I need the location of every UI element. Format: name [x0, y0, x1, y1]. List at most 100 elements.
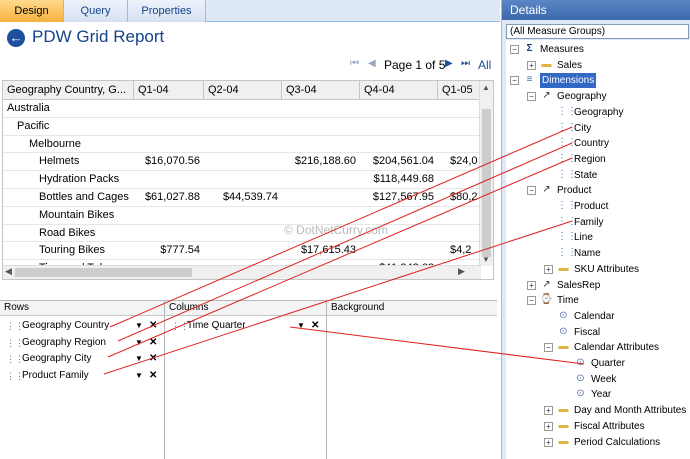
expand-icon[interactable]: +	[544, 406, 553, 416]
dropdown-arrow-icon[interactable]: ▼	[135, 351, 143, 366]
expand-icon[interactable]: +	[544, 421, 553, 431]
row-header-cell[interactable]: Pacific	[17, 118, 49, 135]
tree-node-label: Week	[591, 373, 617, 385]
scroll-thumb[interactable]	[482, 109, 491, 257]
time-attribute-icon: ⊙	[559, 309, 568, 321]
tree-node-label: Period Calculations	[574, 436, 661, 448]
attribute-icon: ⋮⋮	[557, 168, 577, 180]
columns-pane[interactable]: Columns ⋮⋮ Time Quarter ▼ ✕	[165, 301, 327, 459]
dropdown-arrow-icon[interactable]: ▼	[297, 318, 305, 333]
rows-field-item[interactable]: ⋮⋮ Geography Region ▼ ✕	[4, 335, 162, 350]
last-page-icon[interactable]: ⏭	[461, 58, 470, 69]
row-header-cell[interactable]: Helmets	[39, 153, 79, 170]
table-row: Melbourne	[3, 136, 481, 154]
vertical-scrollbar[interactable]: ▲ ▼	[479, 81, 493, 266]
row-header-cell[interactable]: Bottles and Cages	[39, 189, 129, 206]
report-grid: Geography Country, G... Q1-04 Q2-04 Q3-0…	[2, 80, 494, 280]
grid-header-cell[interactable]: Q1-05	[438, 81, 483, 100]
table-row: Bottles and Cages $61,027.88 $44,539.74 $12…	[3, 189, 481, 207]
collapse-icon[interactable]: −	[510, 45, 519, 54]
show-all-link[interactable]: All	[478, 58, 491, 72]
row-header-cell[interactable]: Touring Bikes	[39, 242, 105, 259]
tree-node-label: Calendar	[574, 310, 615, 322]
tree-node-label: Product	[557, 185, 592, 197]
first-page-icon[interactable]: ⏮	[350, 58, 359, 69]
collapse-icon[interactable]: −	[527, 92, 536, 102]
expand-icon[interactable]: +	[544, 264, 553, 274]
grid-header-cell[interactable]: Geography Country, G...	[3, 81, 134, 100]
background-pane-title: Background	[327, 301, 497, 316]
remove-icon[interactable]: ✕	[149, 368, 157, 383]
table-cell: $80,2	[450, 191, 478, 203]
collapse-icon[interactable]: −	[527, 186, 536, 196]
prev-page-icon[interactable]: ◀	[368, 58, 376, 69]
scroll-right-icon[interactable]: ▶	[458, 266, 465, 277]
remove-icon[interactable]: ✕	[149, 351, 157, 366]
remove-icon[interactable]: ✕	[311, 318, 319, 333]
details-panel: Details (All Measure Groups) − Σ Measures +…	[501, 0, 690, 459]
tree-node-label: Name	[574, 248, 601, 260]
next-page-icon[interactable]: ▶	[445, 58, 453, 69]
background-pane[interactable]: Background	[327, 301, 497, 459]
scroll-down-icon[interactable]: ▼	[482, 255, 490, 264]
dropdown-arrow-icon[interactable]: ▼	[135, 318, 143, 333]
expand-icon[interactable]: +	[544, 437, 553, 447]
rows-pane[interactable]: Rows ⋮⋮ Geography Country ▼ ✕ ⋮⋮ Geography Re…	[0, 301, 165, 459]
grid-header-cell[interactable]: Q2-04	[204, 81, 282, 100]
row-header-cell[interactable]: Hydration Packs	[39, 171, 119, 188]
expand-icon[interactable]: +	[527, 60, 536, 70]
tab-design[interactable]: Design	[0, 0, 64, 22]
dropdown-arrow-icon[interactable]: ▼	[135, 368, 143, 383]
rows-field-item[interactable]: ⋮⋮ Geography Country ▼ ✕	[4, 318, 162, 333]
attribute-icon: ⋮⋮	[6, 370, 24, 381]
grid-header-cell[interactable]: Q1-04	[134, 81, 204, 100]
expand-icon[interactable]: +	[527, 280, 536, 290]
rows-pane-title: Rows	[0, 301, 164, 316]
collapse-icon[interactable]: −	[510, 76, 519, 86]
rows-field-item[interactable]: ⋮⋮ Product Family ▼ ✕	[4, 368, 162, 383]
scroll-up-icon[interactable]: ▲	[482, 83, 490, 92]
attribute-icon: ⋮⋮	[557, 215, 577, 227]
collapse-icon[interactable]: −	[527, 296, 536, 306]
horizontal-scrollbar[interactable]: ◀ ▶	[3, 265, 481, 279]
attribute-icon: ⋮⋮	[557, 231, 577, 243]
collapse-icon[interactable]: −	[544, 343, 553, 353]
hierarchy-icon: ↗	[542, 278, 551, 290]
row-header-cell[interactable]: Australia	[7, 100, 50, 117]
scroll-thumb[interactable]	[15, 268, 192, 277]
tab-properties[interactable]: Properties	[128, 0, 206, 22]
attribute-icon: ⋮⋮	[557, 137, 577, 149]
dropdown-arrow-icon[interactable]: ▼	[135, 335, 143, 350]
table-row: Mountain Bikes	[3, 207, 481, 225]
measure-group-select[interactable]: (All Measure Groups)	[506, 24, 689, 39]
grid-header-cell[interactable]: Q3-04	[282, 81, 360, 100]
tree-node-label: Time	[557, 295, 579, 307]
field-label: Geography City	[22, 353, 92, 364]
details-title: Details	[502, 0, 690, 20]
table-cell: $777.54	[160, 244, 200, 257]
table-cell: $4,2	[450, 244, 472, 257]
row-header-cell[interactable]: Melbourne	[29, 136, 81, 153]
field-label: Product Family	[22, 369, 89, 381]
row-header-cell[interactable]: Mountain Bikes	[39, 207, 114, 224]
grid-header-cell[interactable]: Q4-04	[360, 81, 438, 100]
time-attribute-icon: ⊙	[576, 357, 585, 368]
folder-icon: ▬	[558, 341, 569, 353]
columns-field-item[interactable]: ⋮⋮ Time Quarter ▼ ✕	[169, 318, 327, 333]
tree-node-label: City	[574, 122, 592, 134]
tree-node-label: Family	[574, 216, 604, 228]
tree-node-label: Line	[574, 232, 593, 244]
table-cell: $118,449.68	[373, 173, 434, 186]
rows-field-item[interactable]: ⋮⋮ Geography City ▼ ✕	[4, 351, 162, 366]
remove-icon[interactable]: ✕	[149, 335, 157, 350]
scroll-left-icon[interactable]: ◀	[5, 266, 12, 277]
columns-pane-title: Columns	[165, 301, 326, 316]
remove-icon[interactable]: ✕	[149, 318, 157, 333]
page-title: PDW Grid Report	[32, 27, 165, 46]
tree-node-label: State	[574, 169, 598, 181]
row-header-cell[interactable]: Road Bikes	[39, 225, 95, 242]
back-arrow-icon[interactable]: ←	[7, 29, 25, 47]
tab-query[interactable]: Query	[64, 0, 128, 22]
page-indicator: Page 1 of 5	[384, 58, 446, 72]
time-attribute-icon: ⊙	[576, 372, 585, 384]
